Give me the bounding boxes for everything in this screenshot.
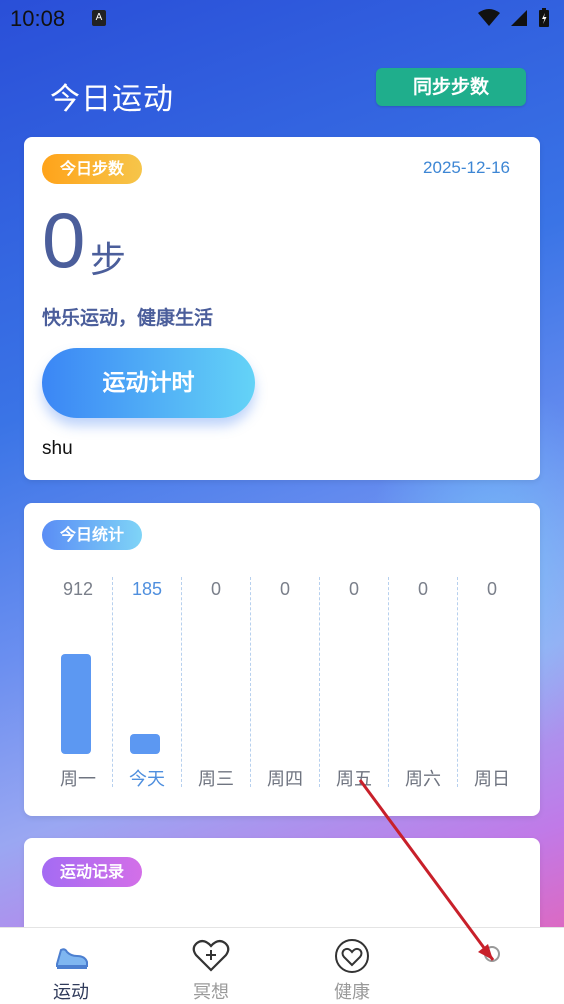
slogan-text: 快乐运动，健康生活 xyxy=(42,307,214,329)
signal-icon xyxy=(511,10,527,26)
chart-value-label: 0 xyxy=(348,579,359,599)
sync-steps-button[interactable]: 同步步数 xyxy=(376,68,526,106)
page-title: 今日运动 xyxy=(50,82,174,117)
chart-day-label: 周一 xyxy=(60,769,96,790)
today-stats-badge: 今日统计 xyxy=(42,520,143,550)
bottom-tab-bar: 运动 冥想 健康 xyxy=(0,927,564,1004)
weekly-steps-chart: 912 周一 185 今天 0 周三 0 周四 0 周五 0 周六 0 周日 xyxy=(44,567,524,807)
chart-day-label: 今天 xyxy=(129,769,165,790)
chart-column: 912 周一 xyxy=(44,567,112,793)
app-screen: 10:08 A 今日运动 同步步数 今日步数 2025-12-16 0 步 快乐… xyxy=(0,0,564,1004)
chart-value-label: 0 xyxy=(417,579,428,599)
chart-column: 0 周四 xyxy=(251,567,319,793)
shoe-icon xyxy=(56,948,88,969)
chart-column: 0 周六 xyxy=(389,567,457,793)
chart-value-label: 0 xyxy=(486,579,497,599)
chart-value-label: 912 xyxy=(62,579,94,599)
chart-bar xyxy=(130,734,160,754)
wifi-icon xyxy=(478,9,500,26)
today-steps-badge: 今日步数 xyxy=(42,154,143,184)
step-count: 0 xyxy=(42,196,86,284)
chart-value-label: 185 xyxy=(131,579,163,599)
status-time: 10:08 xyxy=(10,6,66,31)
tab-health[interactable]: 健康 xyxy=(297,938,407,1004)
chart-day-label: 周日 xyxy=(474,769,510,790)
exercise-timer-button[interactable]: 运动计时 xyxy=(42,348,255,418)
chart-column: 185 今天 xyxy=(113,567,181,793)
user-name: shu xyxy=(42,438,73,459)
today-stats-card: 今日统计 912 周一 185 今天 0 周三 0 周四 0 周五 0 周六 0… xyxy=(24,503,540,816)
chart-day-label: 周四 xyxy=(267,769,303,790)
battery-icon xyxy=(539,8,549,27)
heart-plus-icon xyxy=(192,939,230,972)
chart-column: 0 周日 xyxy=(458,567,526,793)
tab-label: 健康 xyxy=(334,982,370,1003)
tab-profile[interactable] xyxy=(437,938,547,978)
tab-label: 运动 xyxy=(53,982,89,1003)
chart-day-label: 周五 xyxy=(336,769,372,790)
heart-icon xyxy=(335,939,369,973)
exercise-records-badge: 运动记录 xyxy=(42,857,143,887)
chart-bar xyxy=(61,654,91,754)
date-label: 2025-12-16 xyxy=(423,158,510,177)
chart-column: 0 周三 xyxy=(182,567,250,793)
status-icons xyxy=(478,8,550,28)
chart-value-label: 0 xyxy=(210,579,221,599)
notification-icon: A xyxy=(92,10,106,26)
today-steps-card: 今日步数 2025-12-16 0 步 快乐运动，健康生活 运动计时 shu xyxy=(24,137,540,480)
step-unit: 步 xyxy=(90,240,127,281)
tab-exercise[interactable]: 运动 xyxy=(16,938,126,1004)
tab-meditation[interactable]: 冥想 xyxy=(156,938,266,1004)
chart-value-label: 0 xyxy=(279,579,290,599)
chart-day-label: 周三 xyxy=(198,769,234,790)
tab-label: 冥想 xyxy=(193,982,229,1003)
status-bar: 10:08 A xyxy=(0,0,564,38)
profile-icon xyxy=(484,946,500,962)
chart-day-label: 周六 xyxy=(405,769,441,790)
chart-column: 0 周五 xyxy=(320,567,388,793)
